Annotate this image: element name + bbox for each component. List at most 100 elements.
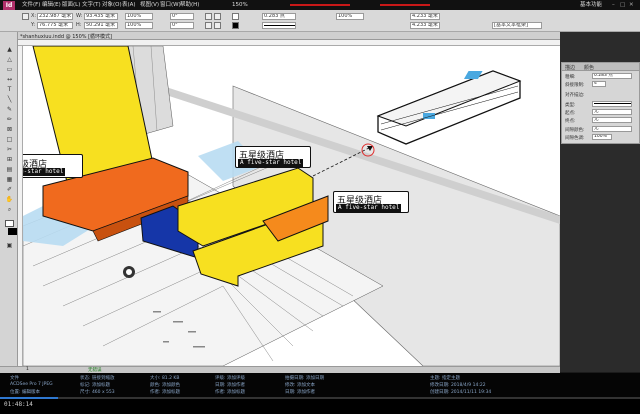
type-tool-icon[interactable]: T (5, 86, 14, 93)
page-number[interactable]: 1 (26, 367, 29, 372)
document-canvas[interactable]: 级酒店 e-star hotel 五星级酒店 A five-star hotel… (23, 46, 560, 366)
gradient-tool-icon[interactable]: ▤ (5, 166, 14, 173)
info-text: 日期: 添加作者 (285, 390, 315, 395)
h-label: H: (76, 22, 82, 28)
note-tool-icon[interactable]: ▦ (5, 176, 14, 183)
x-field[interactable]: 232.987 毫米 (37, 13, 73, 20)
gap-tool-icon[interactable]: ↔ (5, 76, 14, 83)
gap-color-field[interactable]: 无 (592, 126, 632, 132)
fill-swatch[interactable] (232, 13, 239, 20)
close-icon[interactable]: ✕ (629, 1, 634, 9)
rotation-field[interactable]: 0° (170, 13, 194, 20)
gap-color-label: 间隙颜色: (565, 128, 585, 133)
scissors-tool-icon[interactable]: ✂ (5, 146, 14, 153)
menu-help[interactable]: 帮助(H) (180, 1, 199, 9)
video-progress-track[interactable] (0, 397, 640, 399)
zoom-tool-icon[interactable]: ⌕ (5, 206, 14, 213)
object-style-select[interactable]: [基本文本框架] (492, 22, 542, 29)
menu-type[interactable]: 文字(T) (82, 1, 101, 9)
plaza-fountain-center (126, 269, 132, 275)
menu-window[interactable]: 窗口(W) (160, 1, 181, 9)
stroke-panel: 描边 颜色 粗细: 0.283 点 斜接限制: 4 对齐描边: 类型: 起点: … (561, 62, 640, 144)
frame-tool-icon[interactable]: ⊠ (5, 126, 14, 133)
stroke-swatch[interactable] (232, 22, 239, 29)
info-text: ACDSee Pro 7 JPEG (10, 382, 53, 387)
info-text: 位置: 编辑版本 (10, 390, 40, 395)
weight-field[interactable]: 0.283 点 (592, 73, 632, 79)
minimize-icon[interactable]: – (612, 1, 615, 9)
shear-field[interactable]: 0° (170, 22, 194, 29)
menu-object[interactable]: 对象(O) (102, 1, 122, 9)
info-text: 日期: 添加作者 (215, 383, 245, 388)
opacity-field[interactable]: 100% (336, 13, 364, 20)
info-text: 拍摄日期: 添加日期 (285, 376, 324, 381)
type-field[interactable] (592, 101, 632, 107)
height-field[interactable]: 50.291 毫米 (84, 22, 118, 29)
title-bar: Id 文件(F) 编辑(E) 版面(L) 文字(T) 对象(O) 表(A) 视图… (0, 0, 640, 10)
maximize-icon[interactable]: □ (620, 1, 625, 9)
reference-point-icon[interactable] (22, 13, 29, 20)
callout-right: 五星级酒店 A five-star hotel (333, 191, 409, 213)
app-logo: Id (3, 1, 15, 10)
width-field[interactable]: 93.435 毫米 (84, 13, 118, 20)
info-text: 尺寸: 460 x 553 (80, 390, 115, 395)
info-bar: 文件 ACDSee Pro 7 JPEG 位置: 编辑版本 状态: 链接到缩放 … (0, 373, 640, 397)
scale-y-field[interactable]: 100% (125, 22, 153, 29)
callout-center: 五星级酒店 A five-star hotel (235, 146, 311, 168)
document-tab[interactable]: *shanhuxiuu.indd @ 150% [循环模式] (18, 32, 560, 40)
rotate-cw-icon[interactable] (205, 13, 212, 20)
workspace-switcher[interactable]: 基本功能 (580, 1, 602, 9)
hand-tool-icon[interactable]: ✋ (5, 196, 14, 203)
video-controls: 01:48:14 (0, 397, 640, 414)
callout-left: 级酒店 e-star hotel (23, 154, 83, 178)
end-label: 终点: (565, 119, 576, 124)
scale-x-field[interactable]: 100% (125, 13, 153, 20)
info-text: 颜色: 添加颜色 (150, 383, 180, 388)
menu-table[interactable]: 表(A) (122, 1, 136, 9)
transform-tool-icon[interactable]: ⊞ (5, 156, 14, 163)
w-label: W: (76, 13, 83, 19)
miter-label: 斜接限制: (565, 83, 585, 88)
menu-view[interactable]: 视图(V) (140, 1, 159, 9)
rectangle-tool-icon[interactable]: □ (5, 136, 14, 143)
tab-color[interactable]: 颜色 (584, 64, 594, 71)
stroke-color-icon[interactable] (8, 228, 17, 235)
tab-stroke[interactable]: 描边 (565, 64, 575, 71)
menu-layout[interactable]: 版面(L) (62, 1, 80, 9)
zoom-level[interactable]: 150% (232, 1, 248, 9)
info-text: 作者: 添加标题 (150, 390, 180, 395)
x-label: X: (31, 13, 37, 19)
start-field[interactable]: 无 (592, 109, 632, 115)
stroke-type-field[interactable] (262, 22, 296, 29)
control-panel: X: 232.987 毫米 Y: 76.775 毫米 W: 93.435 毫米 … (0, 10, 640, 32)
page-tool-icon[interactable]: ▭ (5, 66, 14, 73)
stroke-weight-field[interactable]: 0.283 点 (262, 13, 296, 20)
pen-tool-icon[interactable]: ✎ (5, 106, 14, 113)
info-text: 文件 (10, 376, 19, 381)
preview-mode-icon[interactable]: ▣ (5, 242, 14, 249)
font-size-field[interactable]: 4.233 毫米 (410, 13, 440, 20)
end-field[interactable]: 无 (592, 117, 632, 123)
direct-selection-tool-icon[interactable]: △ (5, 56, 14, 63)
info-text: 修改日期: 2018/4/9 14:22 (430, 383, 486, 388)
rotate-ccw-icon[interactable] (214, 13, 221, 20)
flip-v-icon[interactable] (214, 22, 221, 29)
red-marker (380, 4, 430, 6)
eyedropper-tool-icon[interactable]: ✐ (5, 186, 14, 193)
document-tab-label: *shanhuxiuu.indd @ 150% [循环模式] (20, 34, 112, 40)
menu-file[interactable]: 文件(F) (22, 1, 40, 9)
gap-tint-field[interactable]: 100% (592, 134, 612, 140)
video-progress-fill (0, 397, 58, 399)
line-tool-icon[interactable]: ╲ (5, 96, 14, 103)
selection-tool-icon[interactable]: ▲ (5, 46, 14, 53)
fill-color-icon[interactable] (5, 220, 14, 227)
y-label: Y: (31, 22, 36, 28)
menu-edit[interactable]: 编辑(E) (42, 1, 61, 9)
info-text: 状态: 链接到缩放 (80, 376, 115, 381)
y-field[interactable]: 76.775 毫米 (37, 22, 73, 29)
gap-tint-label: 间隙色调: (565, 136, 585, 141)
pencil-tool-icon[interactable]: ✏ (5, 116, 14, 123)
miter-field[interactable]: 4 (592, 81, 606, 87)
flip-h-icon[interactable] (205, 22, 212, 29)
offset-field[interactable]: 4.233 毫米 (410, 22, 440, 29)
